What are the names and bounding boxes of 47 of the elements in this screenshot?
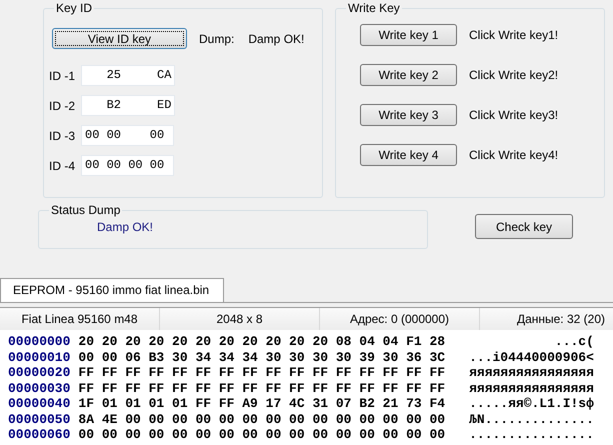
hex-bytes: 00 00 06 B3 30 34 34 34 30 30 30 30 39 30 36 3C (78, 350, 446, 365)
write-key-button[interactable]: Write key 2 (360, 64, 457, 86)
write-key-message: Click Write key4! (469, 147, 558, 164)
hex-address: 00000060 (8, 427, 70, 442)
id-field[interactable]: B2 ED (81, 95, 176, 116)
file-tab[interactable]: EEPROM - 95160 immo fiat linea.bin (0, 278, 224, 302)
view-id-button[interactable]: View ID key (52, 28, 187, 49)
hex-ascii: ...c( (554, 334, 594, 350)
write-key-message: Click Write key2! (469, 67, 558, 84)
status-message: Damp OK! (97, 219, 154, 236)
dump-label: Dump: (199, 30, 234, 48)
hex-ascii: .....яя©.L1.І!sф (469, 396, 594, 412)
hex-bytes: FF FF FF FF FF FF FF FF FF FF FF FF FF FF FF FF (78, 380, 446, 396)
group-title: Write Key (347, 1, 401, 15)
group-title: Status Dump (50, 203, 122, 217)
write-key-message: Click Write key1! (469, 27, 558, 44)
hex-bytes: 1F 01 01 01 01 FF FF A9 17 4C 31 07 B2 21 73 F4 (78, 396, 446, 412)
hex-bytes: 20 20 20 20 20 20 20 20 20 20 20 08 04 04 F1 28 (78, 334, 446, 350)
hex-ascii: ЉN.............. (469, 412, 594, 427)
hex-address: 00000030 (8, 380, 70, 396)
hex-bytes: 8A 4E 00 00 00 00 00 00 00 00 00 00 00 00 00 00 (78, 412, 446, 427)
hex-address: 00000040 (8, 396, 70, 412)
write-key-message: Click Write key3! (469, 107, 558, 124)
check-key-button[interactable]: Check key (475, 214, 573, 239)
status-cell-text: Данные: 32 (20) (516, 311, 606, 328)
id-label: ID -1 (49, 68, 76, 84)
id-field[interactable]: 00 00 00 00 (81, 155, 174, 176)
hex-ascii: яяяяяяяяяяяяяяяя (469, 380, 594, 396)
hex-ascii: яяяяяяяяяяяяяяяя (469, 365, 594, 380)
hex-address: 00000020 (8, 365, 70, 380)
hex-bytes: 00 00 00 00 00 00 00 00 00 00 00 00 00 00 00 00 (78, 427, 446, 442)
group-title: Key ID (55, 1, 94, 15)
write-key-button[interactable]: Write key 3 (360, 104, 457, 126)
write-key-button[interactable]: Write key 4 (360, 144, 457, 166)
hex-ascii: ...і04440000906< (469, 350, 594, 365)
id-label: ID -3 (49, 128, 76, 144)
hex-address: 00000050 (8, 412, 70, 427)
hex-ascii: ................ (469, 427, 594, 442)
id-field[interactable]: 00 00 00 (81, 125, 174, 146)
hex-address: 00000010 (8, 350, 70, 365)
write-key-button[interactable]: Write key 1 (360, 24, 457, 46)
id-label: ID -2 (49, 98, 76, 114)
dump-value: Damp OK! (248, 30, 304, 48)
id-field[interactable]: 25 CA (81, 65, 176, 86)
id-label: ID -4 (49, 158, 76, 174)
hex-bytes: FF FF FF FF FF FF FF FF FF FF FF FF FF FF FF FF (78, 365, 446, 380)
hex-address: 00000000 (8, 334, 70, 350)
